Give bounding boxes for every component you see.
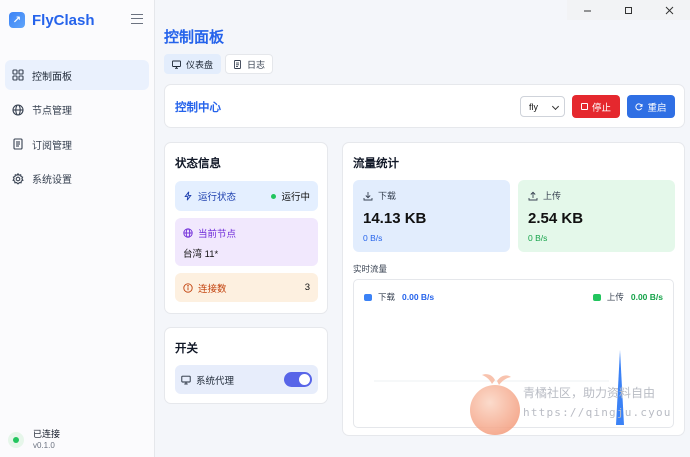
chevron-down-icon [551,102,560,111]
document-icon [12,138,24,150]
upload-rate: 0 B/s [528,233,548,243]
running-status-label: 运行状态 [198,192,237,203]
toggle-knob [299,374,310,385]
globe-icon [12,103,24,116]
dashboard-icon [12,69,24,81]
sidebar-item-label: 系统设置 [32,175,72,186]
current-node-value: 台湾 11* [183,249,219,260]
legend-download-value: 0.00 B/s [402,292,435,302]
monitor-icon [172,60,181,69]
download-stat-box: 下载 14.13 KB 0 B/s [353,180,510,252]
sidebar-item-dashboard[interactable]: 控制面板 [5,60,149,90]
legend-download: 下载 0.00 B/s [364,291,434,303]
maximize-button[interactable] [608,0,649,20]
current-node-label: 当前节点 [198,229,237,240]
minimize-icon [584,10,591,11]
view-tabs: 仪表盘 日志 [164,54,277,74]
legend-upload-label: 上传 [606,292,624,302]
system-proxy-toggle[interactable] [284,372,312,387]
sidebar-item-label: 控制面板 [32,71,72,83]
window-controls [567,0,690,20]
switches-title: 开关 [175,343,198,355]
restart-button[interactable]: 重启 [627,95,675,118]
legend-upload-value: 0.00 B/s [630,292,663,302]
sidebar-item-settings[interactable]: 系统设置 [5,164,149,194]
connection-status: 已连接 v0.1.0 [8,429,60,451]
tab-label: 日志 [247,59,266,70]
connections-row: 连接数 3 [175,273,318,302]
running-status-row: 运行状态 运行中 [175,181,318,211]
download-total: 14.13 KB [363,210,427,227]
config-select-value: fly [529,101,538,112]
upload-total: 2.54 KB [528,210,584,227]
sidebar-item-label: 订阅管理 [32,140,72,152]
running-status-value: 运行中 [281,192,310,203]
close-button[interactable] [649,0,690,20]
status-dot-icon [271,193,277,199]
menu-toggle-icon[interactable] [131,14,143,24]
upload-swatch [592,293,601,301]
maximize-icon [625,6,632,14]
sidebar-nav: 控制面板 节点管理 订阅管理 系统设置 [0,60,155,198]
traffic-stats-title: 流量统计 [353,158,399,170]
sidebar-item-label: 节点管理 [32,106,72,117]
stop-button[interactable]: 停止 [572,95,620,118]
upload-icon [528,191,538,200]
globe-icon [183,228,193,238]
legend-download-label: 下载 [378,292,396,302]
app-logo-icon: ↗ [9,12,25,28]
control-center-card: 控制中心 fly 停止 重启 [164,84,685,128]
connections-value: 3 [304,282,310,293]
lightning-icon [183,191,193,201]
system-proxy-label: 系统代理 [196,375,235,387]
gear-icon [12,172,24,185]
realtime-traffic-label: 实时流量 [353,264,388,274]
page-title: 控制面板 [164,29,225,46]
upload-label: 上传 [543,191,562,201]
control-center-title: 控制中心 [175,102,221,114]
current-node-row: 当前节点 台湾 11* [175,218,318,266]
status-info-title: 状态信息 [175,158,221,170]
connected-status-icon [8,432,24,448]
connections-label: 连接数 [198,283,227,295]
app-name: FlyClash [32,11,95,29]
info-icon [183,282,193,293]
tab-dashboard[interactable]: 仪表盘 [164,54,222,74]
download-rate: 0 B/s [363,233,383,243]
download-icon [363,191,373,200]
refresh-icon [635,102,643,110]
sidebar-item-subscriptions[interactable]: 订阅管理 [5,129,149,159]
download-spike [616,350,624,425]
status-info-card: 状态信息 运行状态 运行中 当前节点 台湾 11* 连接数 3 [164,142,328,314]
tab-logs[interactable]: 日志 [225,54,274,74]
brand[interactable]: ↗ FlyClash [9,11,95,29]
minimize-button[interactable] [567,0,608,20]
legend-upload: 上传 0.00 B/s [592,291,663,303]
connection-label: 已连接 [33,429,61,439]
tab-label: 仪表盘 [186,59,214,70]
restart-label: 重启 [647,102,667,114]
config-select[interactable]: fly [520,96,565,117]
realtime-traffic-chart: 下载 0.00 B/s 上传 0.00 B/s [353,279,674,428]
download-label: 下载 [378,191,397,201]
monitor-icon [181,375,191,385]
close-icon [665,6,674,14]
sidebar-item-nodes[interactable]: 节点管理 [5,95,149,125]
switches-card: 开关 系统代理 [164,327,328,404]
stop-label: 停止 [591,102,611,114]
upload-stat-box: 上传 2.54 KB 0 B/s [518,180,675,252]
traffic-stats-card: 流量统计 下载 14.13 KB 0 B/s 上传 2.54 KB 0 B/s … [342,142,685,436]
log-icon [234,59,241,69]
sidebar: ↗ FlyClash 控制面板 节点管理 订阅管理 系统设置 已连接 v0.1.… [0,0,155,457]
stop-icon [580,103,588,110]
download-swatch [364,293,372,301]
app-version: v0.1.0 [33,441,55,450]
system-proxy-row: 系统代理 [175,365,318,394]
